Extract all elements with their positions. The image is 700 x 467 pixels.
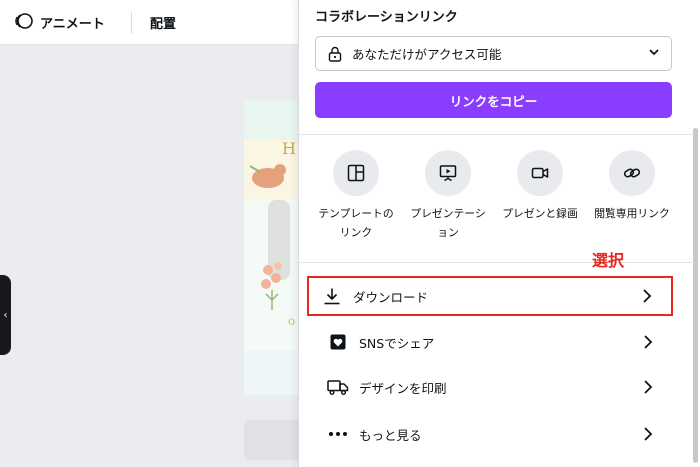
video-camera-icon [517,150,563,196]
side-panel-toggle[interactable]: ‹ [0,275,11,355]
animate-icon [14,11,34,35]
add-page-area[interactable] [244,420,304,460]
access-level-value: あなただけがアクセス可能 [352,47,502,62]
template-link-option[interactable]: テンプレートの リンク [311,150,401,242]
download-row[interactable]: ダウンロード [307,276,673,316]
position-label: 配置 [150,17,177,32]
chevron-left-icon: ‹ [3,309,8,321]
design-page-thumbnail[interactable]: H o [244,100,304,395]
presentation-label: プレゼンテーシ ョン [410,207,486,239]
sns-share-row[interactable]: SNSでシェア [315,321,672,363]
print-design-row[interactable]: デザインを印刷 [315,366,672,408]
copy-link-button[interactable]: リンクをコピー [315,82,672,118]
chevron-right-icon [638,332,658,352]
chevron-right-icon [637,286,657,306]
present-and-record-option[interactable]: プレゼンと録画 [495,150,585,223]
presentation-icon [425,150,471,196]
view-only-link-option[interactable]: 閲覧専用リンク [587,150,677,223]
template-link-label: テンプレートの リンク [318,207,394,239]
delivery-truck-icon [327,376,349,398]
position-button[interactable]: 配置 [150,0,176,45]
chevron-right-icon [638,377,658,397]
print-design-label: デザインを印刷 [359,380,447,396]
share-panel: コラボレーションリンク あなただけがアクセス可能 リンクをコピー テンプレートの… [298,0,700,467]
animate-button[interactable]: アニメート [14,0,105,45]
download-icon [321,285,343,307]
more-options-label: もっと見る [359,427,422,443]
chevron-down-icon [647,45,661,62]
more-dots-icon [327,423,349,445]
section-divider [299,262,694,263]
lock-icon [326,45,344,63]
select-annotation: 選択 [592,251,625,270]
panel-scrollbar[interactable] [693,128,698,463]
view-only-link-label: 閲覧専用リンク [594,207,670,220]
chevron-right-icon [638,424,658,444]
page-artwork: H o [249,140,296,328]
more-options-row[interactable]: もっと見る [315,413,672,455]
download-label: ダウンロード [353,289,429,305]
animate-label: アニメート [40,17,105,32]
sns-share-label: SNSでシェア [359,335,435,351]
toolbar-divider [131,12,132,34]
link-icon [609,150,655,196]
access-level-select[interactable]: あなただけがアクセス可能 [315,36,672,71]
heart-square-icon [327,331,349,353]
presentation-option[interactable]: プレゼンテーシ ョン [403,150,493,242]
collaboration-link-title: コラボレーションリンク [315,10,458,25]
svg-text:o: o [288,314,295,328]
copy-link-label: リンクをコピー [449,93,538,109]
section-divider [299,134,694,135]
template-layout-icon [333,150,379,196]
present-and-record-label: プレゼンと録画 [502,207,578,220]
svg-text:H: H [282,140,296,158]
